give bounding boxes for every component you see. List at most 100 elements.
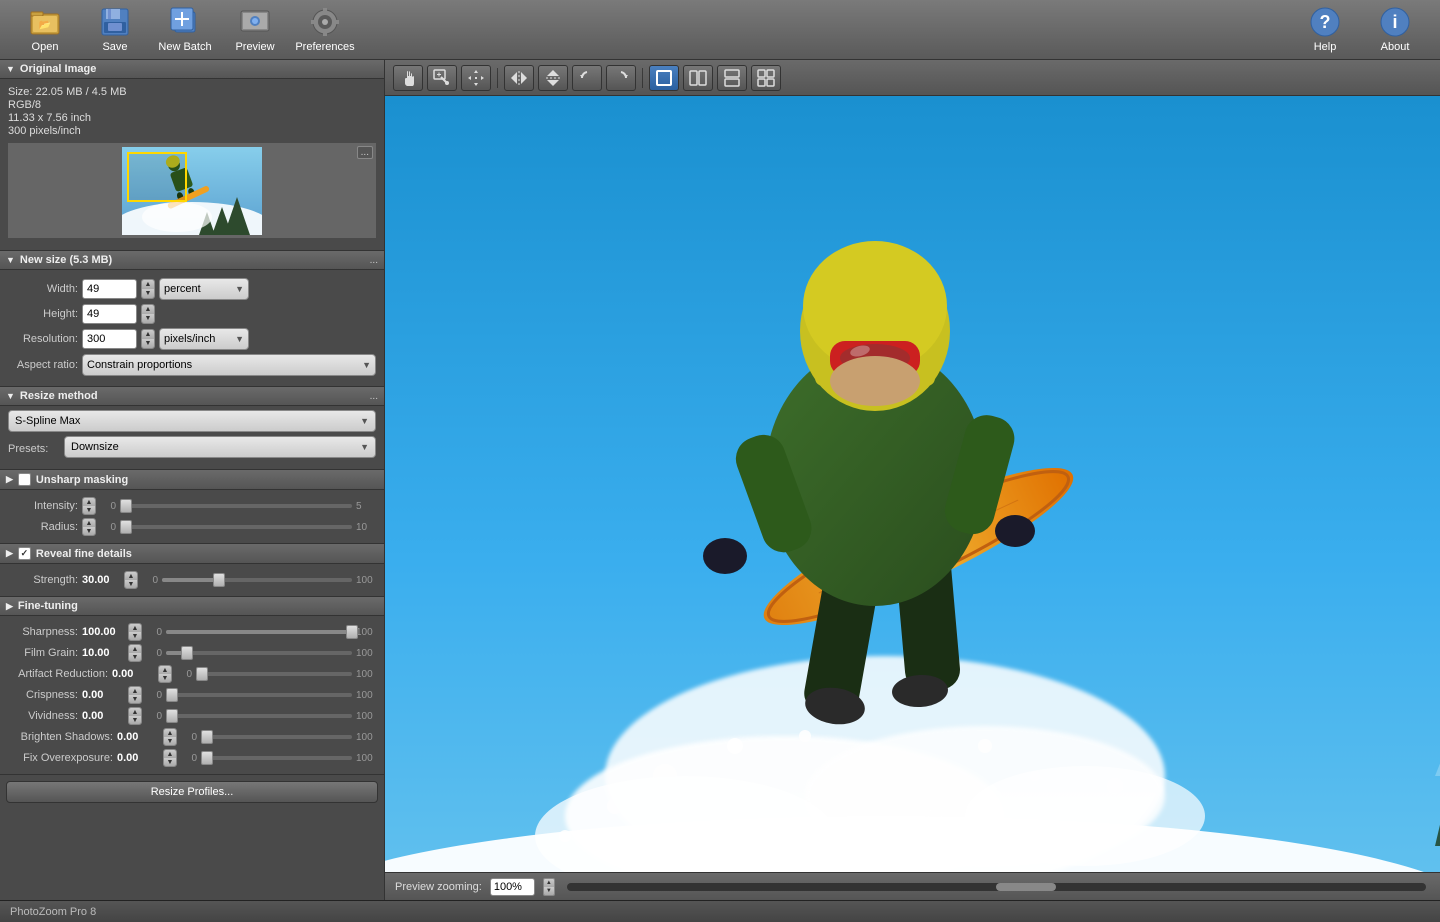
strength-stepper-down[interactable]: ▼ [125,580,137,588]
unit-select[interactable]: percent ▼ [159,278,249,300]
height-stepper-up[interactable]: ▲ [142,305,154,314]
fine-tuning-header[interactable]: ▶ Fine-tuning [0,597,384,616]
film-grain-stepper-down[interactable]: ▼ [129,653,141,661]
width-input[interactable] [82,279,137,299]
fix-overexposure-thumb[interactable] [201,751,213,765]
strength-stepper[interactable]: ▲ ▼ [124,571,138,589]
intensity-stepper-up[interactable]: ▲ [83,498,95,506]
artifact-reduction-stepper[interactable]: ▲ ▼ [158,665,172,683]
intensity-slider[interactable] [120,504,352,508]
new-size-dots[interactable]: ... [370,255,378,266]
resize-profiles-button[interactable]: Resize Profiles... [6,781,378,803]
resolution-input[interactable] [82,329,137,349]
resolution-stepper-down[interactable]: ▼ [142,339,154,348]
reveal-fine-details-header[interactable]: ▶ Reveal fine details [0,544,384,564]
preferences-button[interactable]: Preferences [290,2,360,57]
sharpness-stepper[interactable]: ▲ ▼ [128,623,142,641]
artifact-reduction-stepper-up[interactable]: ▲ [159,666,171,674]
width-stepper-down[interactable]: ▼ [142,289,154,298]
strength-stepper-up[interactable]: ▲ [125,572,137,580]
help-button[interactable]: ? Help [1290,2,1360,57]
preview-button[interactable]: Preview [220,2,290,57]
intensity-stepper-down[interactable]: ▼ [83,506,95,514]
open-button[interactable]: 📂 Open [10,2,80,57]
intensity-stepper[interactable]: ▲ ▼ [82,497,96,515]
radius-stepper[interactable]: ▲ ▼ [82,518,96,536]
crispness-slider[interactable] [166,693,352,697]
vividness-stepper[interactable]: ▲ ▼ [128,707,142,725]
strength-thumb[interactable] [213,573,225,587]
width-stepper-up[interactable]: ▲ [142,280,154,289]
film-grain-stepper[interactable]: ▲ ▼ [128,644,142,662]
single-view-button[interactable] [649,65,679,91]
split-h-button[interactable] [717,65,747,91]
radius-stepper-up[interactable]: ▲ [83,519,95,527]
sharpness-slider[interactable] [166,630,352,634]
resize-method-header[interactable]: ▼ Resize method ... [0,387,384,406]
sharpness-stepper-down[interactable]: ▼ [129,632,141,640]
radius-thumb[interactable] [120,520,132,534]
zoom-value-input[interactable] [490,878,535,896]
artifact-reduction-thumb[interactable] [196,667,208,681]
zoom-scrollbar-thumb[interactable] [996,883,1056,891]
radius-slider[interactable] [120,525,352,529]
vividness-slider[interactable] [166,714,352,718]
move-tool-button[interactable] [461,65,491,91]
film-grain-slider[interactable] [166,651,352,655]
intensity-thumb[interactable] [120,499,132,513]
fix-overexposure-stepper-down[interactable]: ▼ [164,758,176,766]
about-button[interactable]: i About [1360,2,1430,57]
zoom-tool-button[interactable] [427,65,457,91]
resolution-unit-select[interactable]: pixels/inch ▼ [159,328,249,350]
fix-overexposure-stepper-up[interactable]: ▲ [164,750,176,758]
artifact-reduction-stepper-down[interactable]: ▼ [159,674,171,682]
save-button[interactable]: Save [80,2,150,57]
sharpness-thumb[interactable] [346,625,358,639]
brighten-shadows-slider[interactable] [201,735,352,739]
new-batch-button[interactable]: New Batch [150,2,220,57]
brighten-shadows-stepper[interactable]: ▲ ▼ [163,728,177,746]
new-size-header[interactable]: ▼ New size (5.3 MB) ... [0,251,384,270]
fix-overexposure-slider[interactable] [201,756,352,760]
unsharp-checkbox[interactable] [18,473,31,486]
resize-method-dots[interactable]: ... [370,391,378,402]
zoom-scrollbar[interactable] [567,883,1426,891]
aspect-ratio-select[interactable]: Constrain proportions ▼ [82,354,376,376]
crispness-stepper-down[interactable]: ▼ [129,695,141,703]
split-v-button[interactable] [683,65,713,91]
hand-tool-button[interactable] [393,65,423,91]
brighten-shadows-stepper-up[interactable]: ▲ [164,729,176,737]
method-select[interactable]: S-Spline Max ▼ [8,410,376,432]
strength-slider[interactable] [162,578,352,582]
width-stepper[interactable]: ▲ ▼ [141,279,155,299]
vividness-stepper-down[interactable]: ▼ [129,716,141,724]
height-input[interactable] [82,304,137,324]
resolution-stepper-up[interactable]: ▲ [142,330,154,339]
crispness-stepper[interactable]: ▲ ▼ [128,686,142,704]
crispness-thumb[interactable] [166,688,178,702]
presets-select[interactable]: Downsize ▼ [64,436,376,458]
rotate-right-button[interactable] [606,65,636,91]
crispness-stepper-up[interactable]: ▲ [129,687,141,695]
zoom-stepper[interactable]: ▲ ▼ [543,878,555,896]
vividness-stepper-up[interactable]: ▲ [129,708,141,716]
zoom-stepper-down[interactable]: ▼ [544,887,554,895]
zoom-stepper-up[interactable]: ▲ [544,879,554,887]
artifact-reduction-slider[interactable] [196,672,352,676]
film-grain-stepper-up[interactable]: ▲ [129,645,141,653]
thumbnail-dots-button[interactable]: ... [357,146,373,159]
brighten-shadows-thumb[interactable] [201,730,213,744]
height-stepper[interactable]: ▲ ▼ [141,304,155,324]
fix-overexposure-stepper[interactable]: ▲ ▼ [163,749,177,767]
film-grain-thumb[interactable] [181,646,193,660]
radius-stepper-down[interactable]: ▼ [83,527,95,535]
flip-v-button[interactable] [538,65,568,91]
vividness-thumb[interactable] [166,709,178,723]
original-image-header[interactable]: ▼ Original Image [0,60,384,79]
four-view-button[interactable] [751,65,781,91]
reveal-checkbox[interactable] [18,547,31,560]
flip-h-button[interactable] [504,65,534,91]
resolution-stepper[interactable]: ▲ ▼ [141,329,155,349]
height-stepper-down[interactable]: ▼ [142,314,154,323]
brighten-shadows-stepper-down[interactable]: ▼ [164,737,176,745]
